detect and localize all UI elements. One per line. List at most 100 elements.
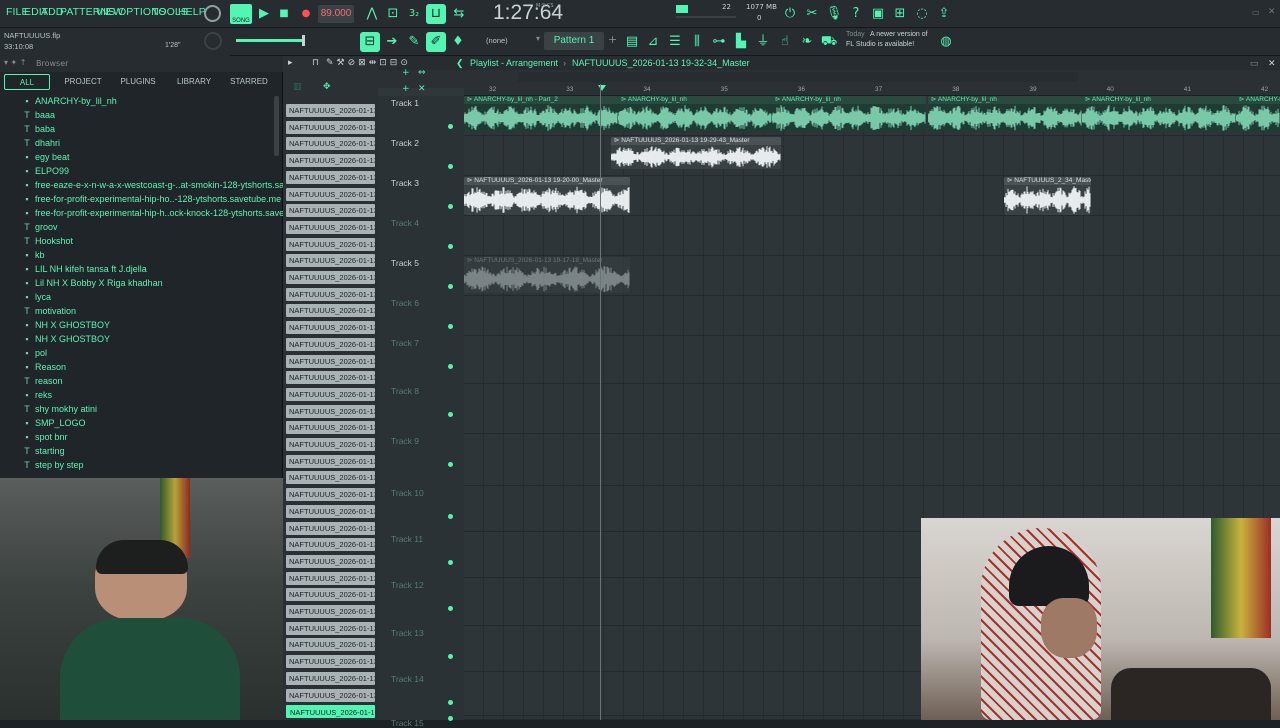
clip-button[interactable]: NAFTUUUUS_2026-01-13... <box>286 170 375 184</box>
browser-item[interactable]: ▪ free-eaze-e-x-n-w-a-x-westcoast-g-..at-… <box>22 178 326 192</box>
tools-icon[interactable]: ✂ <box>802 4 822 24</box>
clip-button[interactable]: NAFTUUUUS_2026-01-13... <box>286 237 375 251</box>
clip-button[interactable]: NAFTUUUUS_2026-01-13... <box>286 454 375 468</box>
audio-clip[interactable]: ⊳ ANARCHY-by_lil_nh <box>1082 96 1236 132</box>
track-mute-led[interactable] <box>448 700 453 705</box>
playlist-overview-scroll[interactable] <box>518 72 1078 82</box>
clip-button[interactable]: NAFTUUUUS_2026-01-13... <box>286 220 375 234</box>
news-message-2[interactable]: FL Studio is available! <box>846 41 914 48</box>
track-name[interactable]: Track 14 <box>391 674 424 684</box>
clip-button[interactable]: NAFTUUUUS_2026-01-13... <box>286 271 375 284</box>
clip-button[interactable]: NAFTUUUUS_2026-01-13... <box>286 354 375 368</box>
wait-input-icon[interactable]: ⊡ <box>383 4 403 24</box>
clip-button[interactable]: NAFTUUUUS_2026-01-13... <box>286 154 375 168</box>
master-volume-knob[interactable] <box>204 5 221 22</box>
clip-button[interactable]: NAFTUUUUS_2026-01-13... <box>286 321 375 335</box>
menu-help[interactable]: HELP <box>178 6 206 18</box>
cart-icon[interactable]: ⛟ <box>819 32 839 52</box>
track-name[interactable]: Track 7 <box>391 338 419 348</box>
help-icon[interactable]: ? <box>846 4 866 24</box>
track-mute-led[interactable] <box>448 164 453 169</box>
browser-item[interactable]: Tbaaa <box>22 108 55 122</box>
audio-clip[interactable]: ⊳ ANARCHY-by_lil_nh <box>1236 96 1280 132</box>
tab-library[interactable]: LIBRARY <box>168 74 220 90</box>
channel-rack-icon[interactable]: ☰ <box>665 32 685 52</box>
collapse-icon[interactable]: ⇔ <box>418 68 426 78</box>
clip-button[interactable]: NAFTUUUUS_2026-01-13... <box>286 187 375 201</box>
arrangement-name[interactable]: NAFTUUUUS_2026-01-13 19-32-34_Master <box>572 56 750 70</box>
track-mute-led[interactable] <box>448 284 453 289</box>
track-name[interactable]: Track 2 <box>391 138 419 148</box>
microphone-icon[interactable]: 🎙 <box>824 4 844 24</box>
track-name[interactable]: Track 4 <box>391 218 419 228</box>
clip-button[interactable]: NAFTUUUUS_2026-01-13... <box>286 521 375 535</box>
track-mute-led[interactable] <box>448 124 453 129</box>
browser-item[interactable]: T Hookshot <box>22 234 73 248</box>
clip-button[interactable]: NAFTUUUUS_2026-01-13... <box>286 538 375 552</box>
audio-clip[interactable]: ⊳ NAFTUUUUS_2026-01-13 19-20-00_Master <box>464 177 630 215</box>
tab-plugins[interactable]: PLUGINS <box>112 74 164 90</box>
arrow-right-icon[interactable]: ➔ <box>382 32 402 52</box>
browser-item[interactable]: ▪ egy beat <box>22 150 69 164</box>
clip-list-icon[interactable]: ▥ <box>293 82 302 92</box>
audio-clip[interactable]: ⊳ NAFTUUUUS_2026-01-13 19-17-18_Master <box>464 257 630 293</box>
pitch-knob[interactable] <box>204 32 222 50</box>
tab-starred[interactable]: STARRED <box>222 74 276 90</box>
browser-item[interactable]: ▪ free-for-profit-experimental-hip-ho..-1… <box>22 192 315 206</box>
globe-icon[interactable]: ◍ <box>936 32 956 52</box>
track-name[interactable]: Track 11 <box>391 534 423 544</box>
track-mute-led[interactable] <box>448 514 453 519</box>
magnet-icon[interactable]: ⊓ <box>312 58 319 68</box>
clip-button[interactable]: NAFTUUUUS_2026-01-13... <box>286 621 375 635</box>
track-name[interactable]: Track 9 <box>391 436 419 446</box>
add-pattern-icon[interactable]: + <box>608 33 617 46</box>
clip-button[interactable]: NAFTUUUUS_2026-01-13... <box>286 137 375 151</box>
browser-item[interactable]: ▪ Lil NH X Bobby X Riga khadhan <box>22 276 162 290</box>
audio-clip[interactable]: ⊳ NAFTUUUUS_2026-01-13 19-29-43_Master <box>611 137 781 169</box>
plug-icon[interactable]: ⏚ <box>753 32 773 52</box>
track-mute-led[interactable] <box>448 462 453 467</box>
browser-item[interactable]: Tstep by step <box>22 458 83 472</box>
browser-item[interactable]: ▪ NH X GHOSTBOY <box>22 318 110 332</box>
chat-icon[interactable]: ◌ <box>912 4 932 24</box>
paint-icon[interactable]: ✐ <box>426 32 446 52</box>
track-name[interactable]: Track 12 <box>391 580 424 590</box>
clip-button[interactable]: NAFTUUUUS_2026-01-13... <box>286 421 375 435</box>
clip-button[interactable]: NAFTUUUUS_2026-01-13... <box>286 688 375 702</box>
track-name[interactable]: Track 10 <box>391 488 424 498</box>
browser-item[interactable]: Tbaba <box>22 122 55 136</box>
clip-button[interactable]: NAFTUUUUS_2026-01-13... <box>286 554 375 568</box>
pattern-none-label[interactable]: (none) <box>486 36 508 45</box>
clip-button[interactable]: NAFTUUUUS_2026-01-13... <box>286 605 375 618</box>
audio-clip[interactable]: ⊳ ANARCHY-by_lil_nh <box>618 96 772 132</box>
minimize-icon[interactable]: ▭ <box>1252 8 1260 17</box>
tab-all[interactable]: ALL <box>4 74 50 90</box>
track-mute-led[interactable] <box>448 364 453 369</box>
clip-button[interactable]: NAFTUUUUS_2026-01-13... <box>286 438 375 451</box>
browser-item[interactable]: ▪ NH X GHOSTBOY <box>22 332 110 346</box>
song-mode-toggle[interactable]: SONG <box>230 4 252 24</box>
browser-item[interactable]: Tgroov <box>22 220 57 234</box>
export-icon[interactable]: ⇪ <box>934 4 954 24</box>
browser-item[interactable]: ▪ ANARCHY-by_lil_nh <box>22 94 116 108</box>
clip-button[interactable]: NAFTUUUUS_2026-01-13... <box>286 120 375 134</box>
touch-icon[interactable]: ☝ <box>775 32 795 52</box>
clip-button[interactable]: NAFTUUUUS_2026-01-13... <box>286 387 375 401</box>
track-row[interactable] <box>464 216 1280 256</box>
snap-icon[interactable]: ⊟ <box>360 32 380 52</box>
browser-item[interactable]: ▪ reks <box>22 388 52 402</box>
clip-button[interactable]: NAFTUUUUS_2026-01-13... <box>286 671 375 685</box>
track-mute-led[interactable] <box>448 412 453 417</box>
clip-button[interactable]: NAFTUUUUS_2026-01-13... <box>286 705 375 719</box>
plugin-icon[interactable]: ⊞ <box>890 4 910 24</box>
undo-history-icon[interactable]: ⏻ <box>780 4 800 24</box>
browser-item[interactable]: ▪ lyca <box>22 290 51 304</box>
clip-button[interactable]: NAFTUUUUS_2026-01-13... <box>286 337 375 351</box>
piano-roll-icon[interactable]: ⊿ <box>643 32 663 52</box>
playlist-options-icon[interactable]: ▸ <box>288 58 293 68</box>
browser-item[interactable]: Tshy mokhy atini <box>22 402 97 416</box>
playlist-arrow-icon[interactable]: ❮ <box>456 56 464 70</box>
clip-button[interactable]: NAFTUUUUS_2026-01-13... <box>286 504 375 518</box>
track-mute-led[interactable] <box>448 716 453 721</box>
insert-track-icon[interactable]: + <box>402 84 410 94</box>
